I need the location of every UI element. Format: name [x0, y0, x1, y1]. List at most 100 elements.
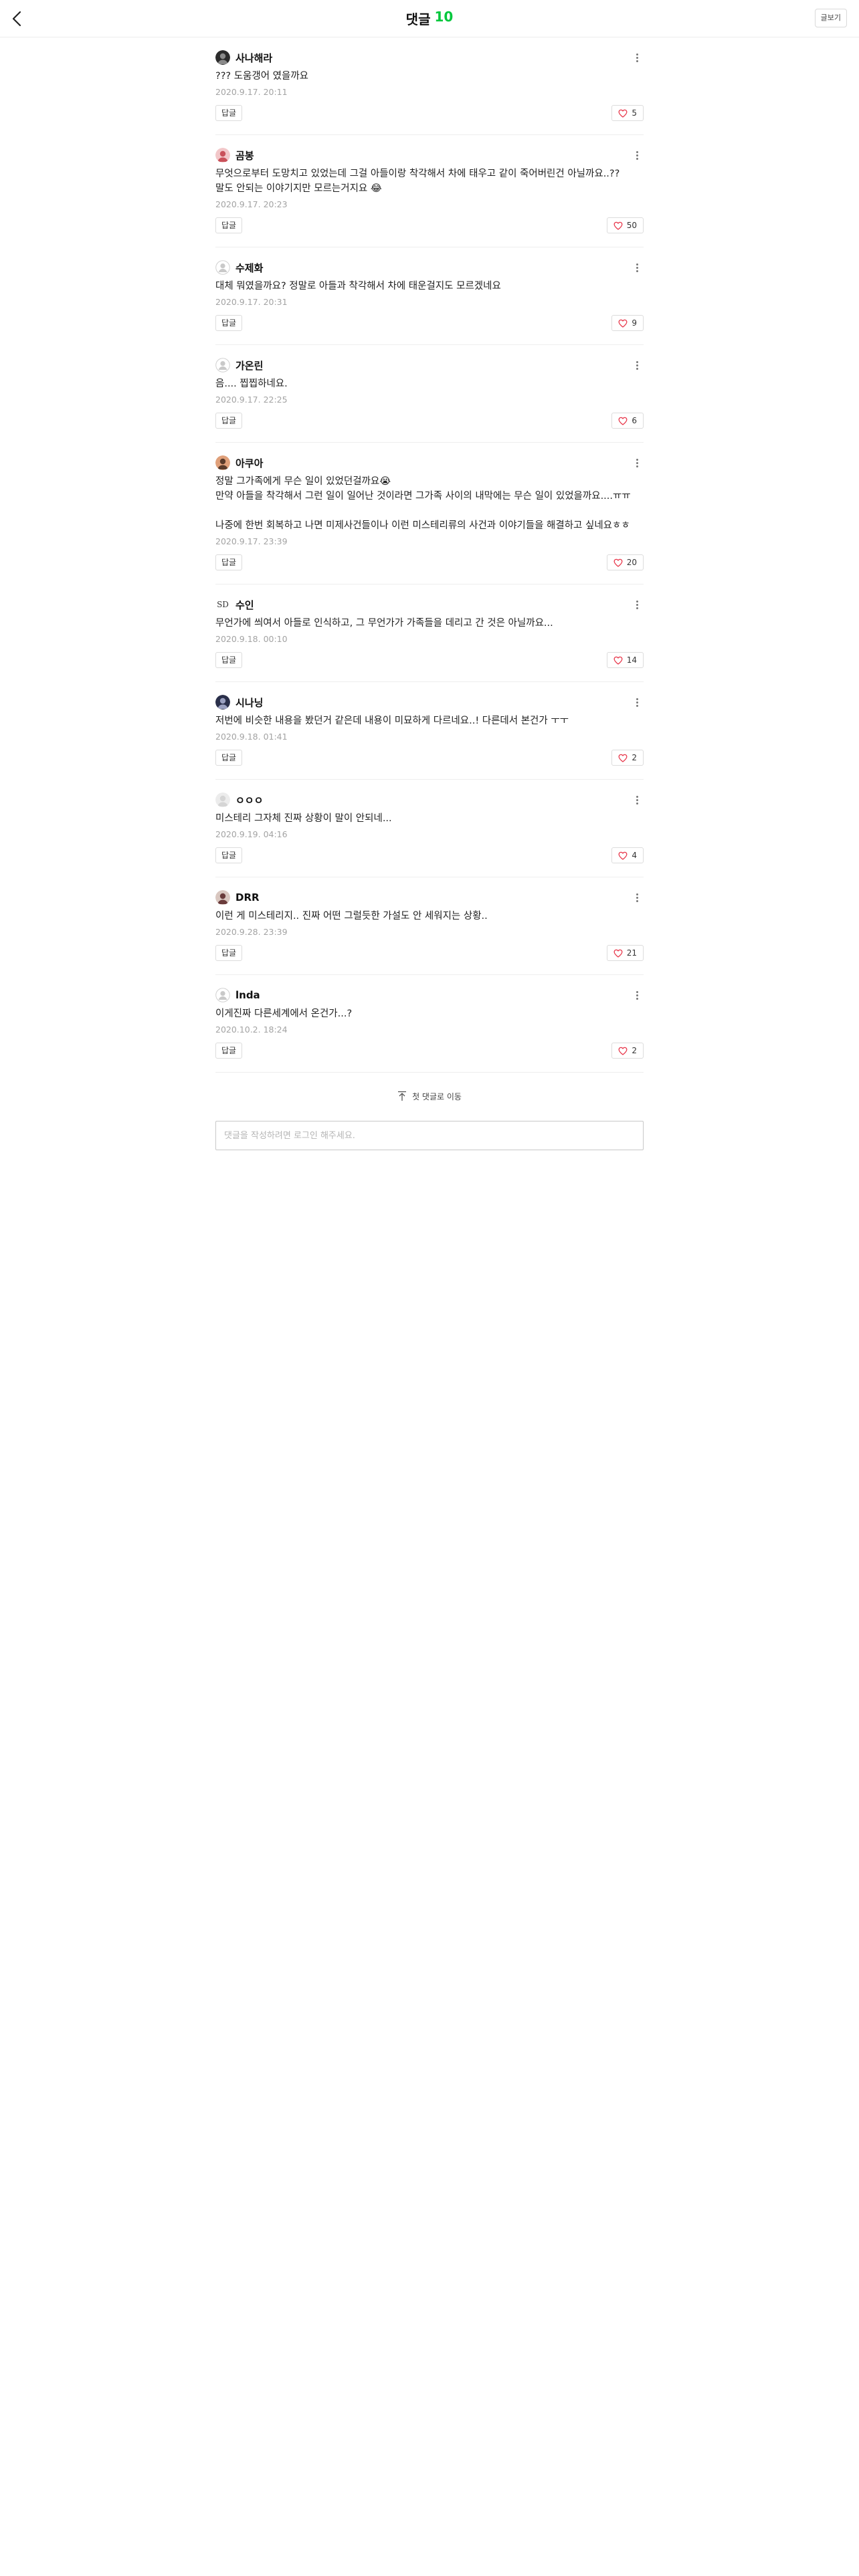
avatar[interactable] — [215, 148, 230, 163]
avatar[interactable] — [215, 890, 230, 905]
comment-text: 음.... 찝찝하네요. — [215, 379, 288, 389]
comment-item: SD 수인 무언가에 씌여서 아들로 인식하고, 그 무언가가 가족들을 데리고… — [215, 584, 644, 682]
comment-date: 2020.9.17. 23:39 — [215, 536, 288, 546]
like-button[interactable]: 50 — [606, 217, 644, 233]
comment-footer: 답글 14 — [215, 652, 644, 668]
comment-author[interactable]: 시나닝 — [235, 695, 263, 710]
comment-input[interactable] — [215, 1121, 644, 1150]
more-dot-icon — [636, 157, 638, 160]
more-options-button[interactable] — [630, 147, 644, 163]
more-dot-icon — [636, 795, 638, 798]
comment-author[interactable]: lnda — [235, 989, 260, 1001]
goto-first-label: 첫 댓글로 이동 — [412, 1091, 462, 1101]
more-options-button[interactable] — [630, 259, 644, 276]
avatar[interactable] — [215, 50, 230, 65]
reply-button[interactable]: 답글 — [215, 105, 243, 121]
comment-author[interactable]: 가온린 — [235, 358, 263, 372]
comment-item: 아쿠아 정말 그가족에게 무슨 일이 있었던걸까요😭 만약 아들을 착각해서 그… — [215, 443, 644, 584]
more-dot-icon — [636, 53, 638, 56]
like-count: 4 — [632, 851, 637, 860]
like-button[interactable]: 6 — [611, 413, 644, 429]
comment-text: 대체 뭐였을까요? 정말로 아들과 착각해서 차에 태운걸지도 모르겠네요 — [215, 281, 501, 292]
heart-icon — [613, 221, 623, 230]
comment-author[interactable]: ㅇㅇㅇ — [235, 793, 263, 807]
like-button[interactable]: 5 — [611, 105, 644, 121]
like-button[interactable]: 2 — [611, 750, 644, 766]
like-button[interactable]: 2 — [611, 1043, 644, 1059]
like-count: 21 — [626, 948, 637, 958]
more-dot-icon — [636, 697, 638, 700]
reply-button[interactable]: 답글 — [215, 413, 243, 429]
avatar[interactable] — [215, 988, 230, 1002]
comment-item: ㅇㅇㅇ 미스테리 그자체 진짜 상황이 말이 안되네... 2020.9.19.… — [215, 780, 644, 877]
reply-button[interactable]: 답글 — [215, 217, 243, 233]
like-button[interactable]: 9 — [611, 315, 644, 331]
avatar[interactable] — [215, 358, 230, 372]
more-dot-icon — [636, 154, 638, 156]
more-dot-icon — [636, 60, 638, 62]
like-count: 20 — [626, 558, 637, 567]
more-dot-icon — [636, 997, 638, 1000]
reply-button[interactable]: 답글 — [215, 847, 243, 863]
comment-item: 가온린 음.... 찝찝하네요. 2020.9.17. 22:25 답글 6 — [215, 345, 644, 443]
comment-input-area — [215, 1121, 644, 1150]
comment-author[interactable]: 사나해라 — [235, 51, 272, 65]
default-user-icon — [215, 260, 230, 275]
avatar[interactable] — [215, 260, 230, 275]
avatar[interactable]: SD — [215, 597, 230, 612]
reply-button[interactable]: 답글 — [215, 945, 243, 961]
more-dot-icon — [636, 266, 638, 269]
comment-date: 2020.9.17. 20:23 — [215, 199, 288, 209]
more-options-button[interactable] — [630, 357, 644, 373]
like-button[interactable]: 20 — [606, 554, 644, 570]
comment-header: 곰봉 — [215, 146, 644, 164]
more-options-button[interactable] — [630, 889, 644, 905]
avatar[interactable] — [215, 792, 230, 807]
more-dot-icon — [636, 704, 638, 707]
more-options-button[interactable] — [630, 987, 644, 1003]
comment-footer: 답글 4 — [215, 847, 644, 863]
more-options-button[interactable] — [630, 455, 644, 471]
more-options-button[interactable] — [630, 792, 644, 808]
chevron-left-icon — [12, 11, 21, 27]
avatar[interactable] — [215, 695, 230, 710]
more-dot-icon — [636, 600, 638, 603]
comment-item: 수제화 대체 뭐였을까요? 정말로 아들과 착각해서 차에 태운걸지도 모르겠네… — [215, 247, 644, 345]
avatar-text: SD — [217, 600, 229, 609]
more-dot-icon — [636, 150, 638, 153]
reply-button[interactable]: 답글 — [215, 554, 243, 570]
comment-footer: 답글 9 — [215, 315, 644, 331]
heart-icon — [618, 851, 628, 860]
more-dot-icon — [636, 603, 638, 606]
like-button[interactable]: 4 — [611, 847, 644, 863]
goto-first-comment-button[interactable]: 첫 댓글로 이동 — [0, 1079, 859, 1113]
comment-author[interactable]: 수제화 — [235, 261, 263, 275]
more-options-button[interactable] — [630, 694, 644, 710]
comment-author[interactable]: 수인 — [235, 598, 254, 612]
reply-button[interactable]: 답글 — [215, 750, 243, 766]
reply-button[interactable]: 답글 — [215, 315, 243, 331]
default-user-icon — [215, 358, 230, 372]
like-button[interactable]: 21 — [606, 945, 644, 961]
reply-button[interactable]: 답글 — [215, 652, 243, 668]
comment-header: 시나닝 — [215, 693, 644, 711]
more-dot-icon — [636, 360, 638, 363]
comment-date: 2020.9.17. 22:25 — [215, 395, 288, 405]
comment-author[interactable]: 곰봉 — [235, 148, 254, 163]
comment-date: 2020.9.17. 20:11 — [215, 87, 288, 97]
like-count: 50 — [626, 221, 637, 230]
like-button[interactable]: 14 — [606, 652, 644, 668]
reply-button[interactable]: 답글 — [215, 1043, 243, 1059]
back-button[interactable] — [7, 8, 28, 29]
comment-header: 아쿠아 — [215, 454, 644, 471]
view-post-button[interactable]: 글보기 — [814, 9, 847, 27]
more-options-button[interactable] — [630, 49, 644, 66]
comment-author[interactable]: 아쿠아 — [235, 456, 263, 470]
comment-item: DRR 이런 게 미스테리지.. 진짜 어떤 그럴듯한 가설도 안 세워지는 상… — [215, 877, 644, 975]
more-options-button[interactable] — [630, 597, 644, 613]
avatar[interactable] — [215, 455, 230, 470]
comment-header: SD 수인 — [215, 596, 644, 613]
profile-photo-icon — [215, 455, 230, 470]
comment-author[interactable]: DRR — [235, 891, 260, 903]
comment-text: 미스테리 그자체 진짜 상황이 말이 안되네... — [215, 813, 392, 824]
